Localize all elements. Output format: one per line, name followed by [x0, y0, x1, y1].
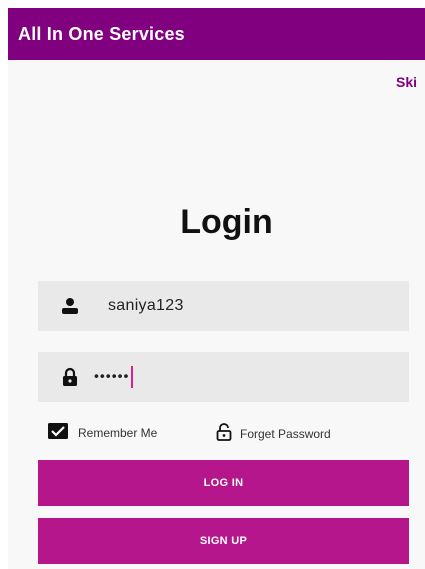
person-icon [60, 296, 80, 316]
username-value: saniya123 [108, 297, 184, 314]
remember-me-label: Remember Me [78, 425, 158, 440]
signup-button[interactable]: SIGN UP [38, 518, 409, 564]
forget-password-link[interactable]: Forget Password [216, 423, 331, 444]
text-cursor [131, 366, 134, 388]
app-title: All In One Services [18, 23, 185, 44]
remember-me-checkbox[interactable]: Remember Me [48, 423, 157, 442]
checkbox-checked-icon [48, 423, 68, 442]
password-dots: •••••• [94, 367, 130, 384]
skip-link[interactable]: Ski [396, 74, 417, 90]
forget-password-label: Forget Password [240, 426, 331, 441]
page-title: Login [180, 203, 273, 241]
unlock-icon [216, 423, 232, 444]
password-field[interactable]: •••••• [38, 352, 409, 402]
password-value: •••••• [94, 366, 134, 388]
lock-icon [60, 367, 80, 387]
app-bar: All In One Services [8, 8, 425, 60]
app-screen: All In One Services Ski Login saniya123 … [8, 8, 425, 569]
username-field[interactable]: saniya123 [38, 281, 409, 331]
login-options: Remember Me Forget Password [48, 423, 418, 445]
login-button[interactable]: LOG IN [38, 460, 409, 506]
